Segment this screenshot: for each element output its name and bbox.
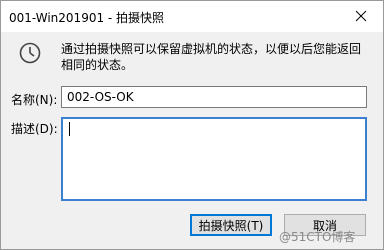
dialog-body: 通过拍摄快照可以保留虚拟机的状态，以便以后您能返回相同的状态。 名称(N): 描…	[1, 32, 383, 249]
window-title: 001-Win201901 - 拍摄快照	[9, 11, 165, 25]
snapshot-dialog: 001-Win201901 - 拍摄快照 通过拍摄快照可以保留虚拟机的状态，以便…	[0, 0, 384, 250]
name-input[interactable]	[61, 86, 367, 108]
clock-icon	[19, 42, 41, 64]
watermark-text: @51CTO博客	[279, 230, 356, 244]
close-button[interactable]	[346, 5, 376, 27]
title-bar[interactable]: 001-Win201901 - 拍摄快照	[1, 1, 383, 32]
text-caret	[69, 122, 70, 136]
description-label: 描述(D):	[11, 122, 58, 136]
name-label: 名称(N):	[11, 93, 58, 107]
take-snapshot-button[interactable]: 拍摄快照(T)	[190, 214, 272, 236]
dialog-description: 通过拍摄快照可以保留虚拟机的状态，以便以后您能返回相同的状态。	[61, 42, 362, 72]
close-icon	[355, 10, 367, 22]
description-input[interactable]	[61, 117, 367, 201]
